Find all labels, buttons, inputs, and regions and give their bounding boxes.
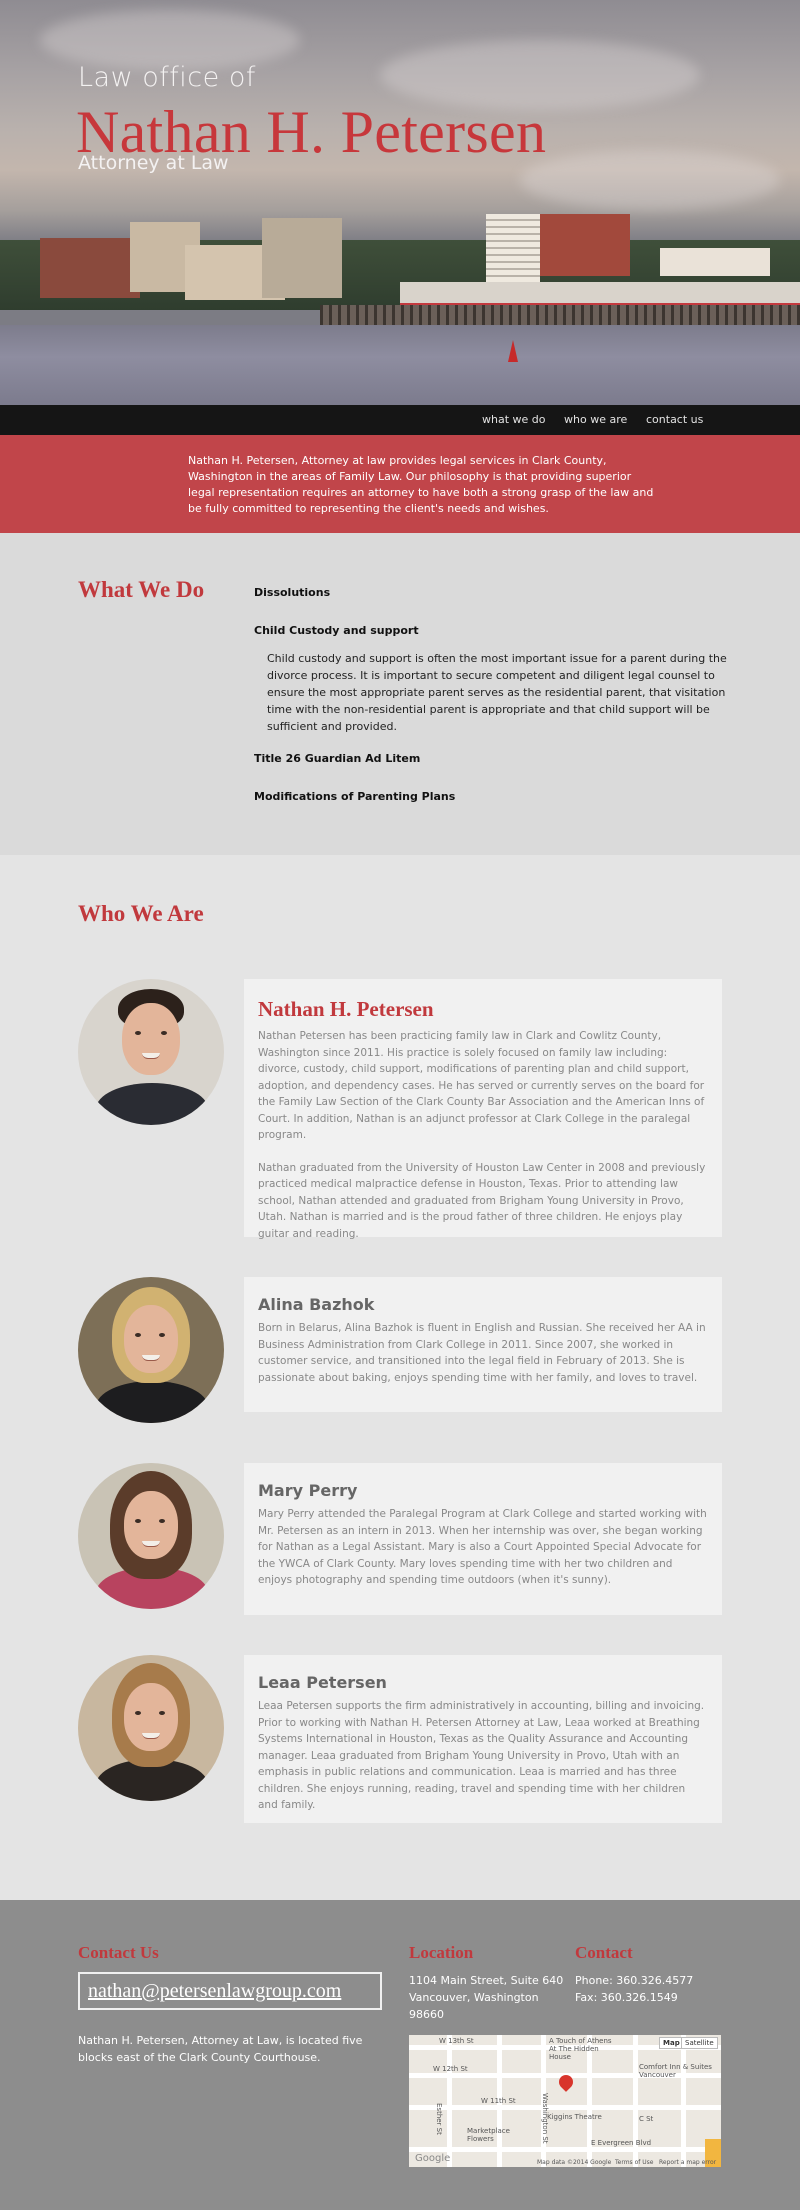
map-street <box>681 2035 686 2167</box>
intro-text: Nathan H. Petersen, Attorney at law prov… <box>188 454 654 515</box>
bio-card-mary: Mary Perry Mary Perry attended the Paral… <box>244 1463 722 1615</box>
map-street <box>409 2147 721 2152</box>
map-street <box>633 2035 638 2167</box>
map-poi-label: Marketplace Flowers <box>467 2127 510 2143</box>
hero-water <box>0 325 800 405</box>
footer: Contact Us nathan@petersenlawgroup.com N… <box>0 1900 800 2210</box>
map-street <box>409 2105 721 2110</box>
map-terms-link[interactable]: Terms of Use <box>615 2159 653 2166</box>
hero-building <box>40 238 140 298</box>
address-line-1: 1104 Main Street, Suite 640 <box>409 1974 564 1987</box>
bio-paragraph: Nathan graduated from the University of … <box>258 1161 706 1240</box>
hero-pier <box>320 305 800 327</box>
bio-paragraph: Nathan Petersen has been practicing fami… <box>258 1030 705 1141</box>
map-poi-label: A Touch of Athens At The Hidden House <box>549 2037 612 2061</box>
map-street <box>447 2035 452 2167</box>
hero-building <box>540 214 630 276</box>
phone-number[interactable]: Phone: 360.326.4577 <box>575 1972 693 1989</box>
hero-cloud <box>520 150 780 210</box>
bio-paragraph: Mary Perry attended the Paralegal Progra… <box>258 1508 707 1586</box>
map-report-link[interactable]: Report a map error <box>659 2159 716 2166</box>
hero-subtitle: Law office of <box>78 62 256 93</box>
avatar-leaa <box>78 1655 224 1801</box>
map-type-map-button[interactable]: Map <box>659 2037 684 2049</box>
service-title-26[interactable]: Title 26 Guardian Ad Litem <box>254 752 420 765</box>
map-poi-label: Kiggins Theatre <box>547 2113 602 2121</box>
map-poi-label: Comfort Inn & Suites Vancouver <box>639 2063 712 2079</box>
hero-cloud <box>40 10 300 70</box>
service-child-custody[interactable]: Child Custody and support <box>254 624 419 637</box>
hero-building <box>262 218 342 298</box>
service-child-custody-description: Child custody and support is often the m… <box>267 652 727 733</box>
nav-what-we-do[interactable]: what we do <box>482 413 546 426</box>
contact-us-heading: Contact Us <box>78 1943 159 1962</box>
service-modifications[interactable]: Modifications of Parenting Plans <box>254 790 455 803</box>
map-label: W 13th St <box>439 2037 474 2045</box>
map-type-satellite-button[interactable]: Satellite <box>681 2037 718 2049</box>
bio-name: Leaa Petersen <box>258 1673 387 1692</box>
bio-card-nathan: Nathan H. Petersen Nathan Petersen has b… <box>244 979 722 1240</box>
contact-heading: Contact <box>575 1943 633 1962</box>
address-line-2: Vancouver, Washington <box>409 1991 539 2004</box>
nav-contact-us[interactable]: contact us <box>646 413 703 426</box>
service-dissolutions[interactable]: Dissolutions <box>254 586 330 599</box>
location-note: Nathan H. Petersen, Attorney at Law, is … <box>78 2034 363 2064</box>
bio-paragraph: Leaa Petersen supports the firm administ… <box>258 1700 705 1811</box>
nav-who-we-are[interactable]: who we are <box>564 413 627 426</box>
bio-name: Nathan H. Petersen <box>258 997 434 1021</box>
location-heading: Location <box>409 1943 474 1962</box>
who-we-are-heading: Who We Are <box>78 901 204 926</box>
avatar-nathan <box>78 979 224 1125</box>
map-label: W 11th St <box>481 2097 516 2105</box>
bio-paragraph: Born in Belarus, Alina Bazhok is fluent … <box>258 1322 706 1384</box>
bio-name: Alina Bazhok <box>258 1295 375 1314</box>
google-logo: Google <box>415 2153 451 2164</box>
main-nav: what we do who we are contact us <box>0 405 800 435</box>
hero-tagline: Attorney at Law <box>78 152 229 174</box>
map-label: C St <box>639 2115 654 2123</box>
hero-banner: Law office of Nathan H. Petersen Attorne… <box>0 0 800 405</box>
what-we-do-section: What We Do Dissolutions Child Custody an… <box>0 533 800 855</box>
bio-name: Mary Perry <box>258 1481 358 1500</box>
what-we-do-heading: What We Do <box>78 577 205 602</box>
intro-banner: Nathan H. Petersen, Attorney at law prov… <box>0 435 800 533</box>
avatar-alina <box>78 1277 224 1423</box>
map-label: Esther St <box>435 2103 443 2135</box>
fax-number: Fax: 360.326.1549 <box>575 1991 678 2004</box>
who-we-are-section: Who We Are Nathan H. Petersen Nathan Pet… <box>0 855 800 1900</box>
map-label: E Evergreen Blvd <box>591 2139 652 2147</box>
location-map[interactable]: Map Satellite W 13th St W 12th St W 11th… <box>409 2035 721 2167</box>
bio-card-leaa: Leaa Petersen Leaa Petersen supports the… <box>244 1655 722 1823</box>
map-label: W 12th St <box>433 2065 468 2073</box>
email-link[interactable]: nathan@petersenlawgroup.com <box>78 1972 382 2010</box>
avatar-mary <box>78 1463 224 1609</box>
map-attribution: Map data ©2014 Google <box>537 2159 612 2166</box>
hero-building <box>660 248 770 276</box>
bio-card-alina: Alina Bazhok Born in Belarus, Alina Bazh… <box>244 1277 722 1412</box>
address-line-3: 98660 <box>409 2008 444 2021</box>
